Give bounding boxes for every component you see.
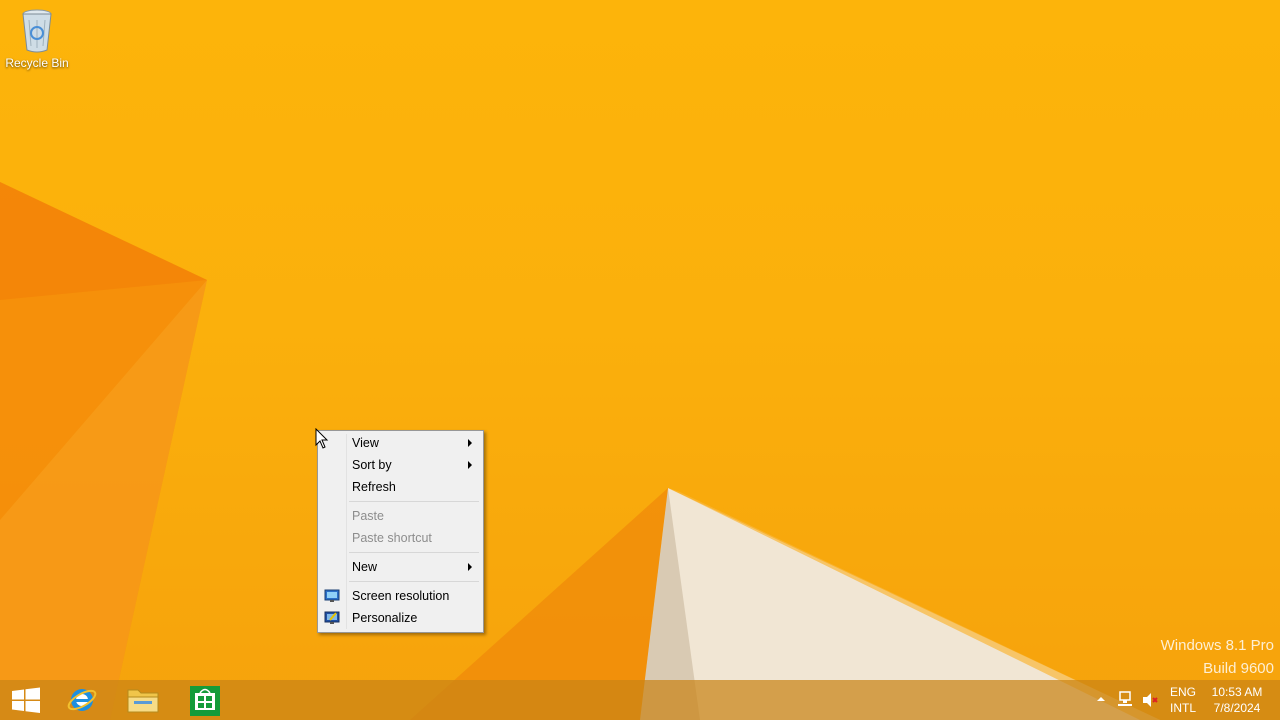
menu-item-view[interactable]: View <box>320 432 481 454</box>
network-icon[interactable] <box>1116 690 1134 710</box>
menu-item-label: New <box>352 560 378 574</box>
store-button[interactable] <box>176 680 234 720</box>
desktop-context-menu: View Sort by Refresh Paste Paste shortcu… <box>317 430 484 633</box>
folder-icon <box>127 689 159 713</box>
submenu-arrow-icon <box>468 461 472 469</box>
submenu-arrow-icon <box>468 439 472 447</box>
clock-date: 7/8/2024 <box>1213 701 1261 715</box>
menu-item-label: Paste <box>352 509 384 523</box>
menu-item-refresh[interactable]: Refresh <box>320 476 481 498</box>
start-button[interactable] <box>0 680 58 720</box>
menu-item-label: Personalize <box>352 611 418 625</box>
recycle-bin-icon <box>22 9 52 53</box>
clock-time: 10:53 AM <box>1211 685 1263 699</box>
wallpaper <box>0 182 1160 720</box>
taskbar: ENG INTL 10:53 AM 7/8/2024 <box>0 680 1280 720</box>
personalize-icon <box>324 611 340 624</box>
menu-item-paste-shortcut: Paste shortcut <box>320 527 481 549</box>
menu-item-new[interactable]: New <box>320 556 481 578</box>
windows-logo-icon <box>12 687 40 713</box>
menu-item-label: Paste shortcut <box>352 531 432 545</box>
watermark-build: Build 9600 <box>1203 660 1274 677</box>
menu-item-sort-by[interactable]: Sort by <box>320 454 481 476</box>
menu-separator <box>349 581 479 582</box>
menu-item-label: View <box>352 436 379 450</box>
keyboard-layout: INTL <box>1170 701 1197 715</box>
mouse-pointer-icon <box>315 428 329 449</box>
menu-separator <box>349 552 479 553</box>
menu-item-personalize[interactable]: Personalize <box>320 607 481 629</box>
menu-item-label: Sort by <box>352 458 392 472</box>
file-explorer-button[interactable] <box>114 680 172 720</box>
windows-watermark: Windows 8.1 Pro Build 9600 <box>1161 634 1274 680</box>
menu-item-paste: Paste <box>320 505 481 527</box>
system-clock[interactable]: 10:53 AM 7/8/2024 <box>1204 684 1270 724</box>
recycle-bin-shortcut[interactable]: Recycle Bin <box>4 6 70 70</box>
monitor-icon <box>324 589 340 602</box>
show-hidden-icons-icon[interactable] <box>1096 694 1106 704</box>
language-code: ENG <box>1170 685 1197 699</box>
desktop[interactable]: Recycle Bin Windows 8.1 Pro Build 9600 V… <box>0 0 1280 720</box>
speaker-muted-icon[interactable] <box>1141 690 1159 710</box>
menu-item-label: Screen resolution <box>352 589 450 603</box>
menu-item-screen-resolution[interactable]: Screen resolution <box>320 585 481 607</box>
input-language-indicator[interactable]: ENG INTL <box>1170 684 1196 724</box>
internet-explorer-icon <box>67 689 97 711</box>
menu-separator <box>349 501 479 502</box>
watermark-edition: Windows 8.1 Pro <box>1160 637 1274 654</box>
recycle-bin-label: Recycle Bin <box>5 56 69 70</box>
internet-explorer-button[interactable] <box>54 680 112 720</box>
menu-item-label: Refresh <box>352 480 396 494</box>
submenu-arrow-icon <box>468 563 472 571</box>
store-icon <box>190 686 220 716</box>
